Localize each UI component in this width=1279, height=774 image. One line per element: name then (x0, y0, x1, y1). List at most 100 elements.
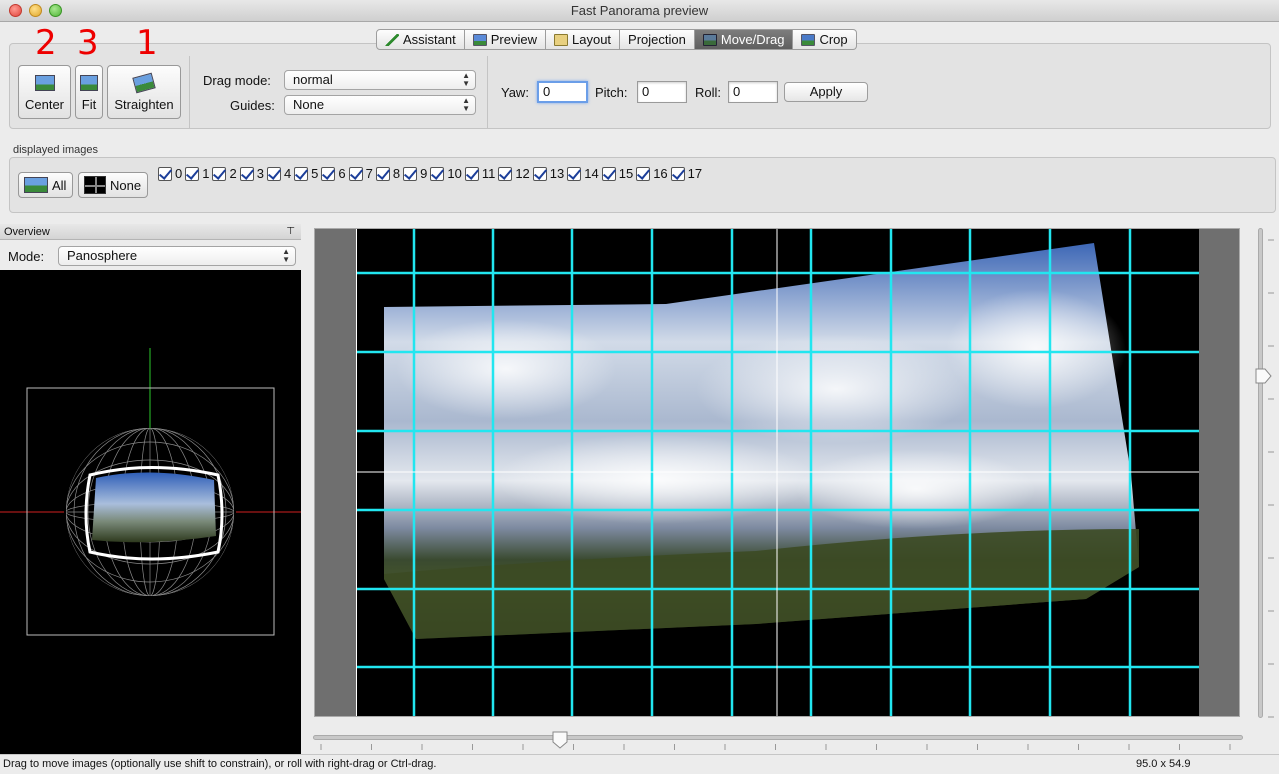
overview-title: Overview (4, 226, 50, 238)
image-checkbox[interactable]: 0 (158, 165, 182, 182)
checkbox-checked-icon[interactable] (321, 166, 336, 181)
drag-mode-label: Drag mode: (203, 73, 271, 88)
checkbox-checked-icon[interactable] (567, 166, 582, 181)
minimize-window-button[interactable] (29, 4, 42, 17)
panorama-preview-canvas[interactable] (356, 229, 1199, 716)
guides-select[interactable]: None ▲ ▼ (284, 95, 476, 115)
image-checkbox[interactable]: 9 (403, 165, 427, 182)
crop-icon (801, 33, 816, 46)
image-checkbox[interactable]: 16 (636, 165, 668, 182)
image-checkbox-label: 12 (515, 166, 530, 181)
image-checkbox-label: 1 (202, 166, 210, 181)
fit-icon (80, 75, 98, 91)
straighten-button[interactable]: Straighten (107, 65, 181, 119)
checkbox-checked-icon[interactable] (498, 166, 513, 181)
image-checkbox-list: 0 1 2 3 4 5 6 7 8 9 10 11 12 13 14 15 16 17 (158, 165, 705, 182)
fit-button[interactable]: Fit (75, 65, 103, 119)
tab-preview[interactable]: Preview (464, 29, 546, 50)
fov-vertical-slider-thumb[interactable] (1254, 367, 1272, 385)
checkbox-checked-icon[interactable] (532, 166, 547, 181)
close-window-button[interactable] (9, 4, 22, 17)
image-checkbox[interactable]: 3 (239, 165, 264, 182)
tab-label: Preview (490, 32, 537, 47)
image-checkbox[interactable]: 11 (464, 165, 496, 182)
checkbox-checked-icon[interactable] (294, 166, 309, 181)
checkbox-checked-icon[interactable] (239, 166, 254, 181)
apply-button[interactable]: Apply (784, 82, 868, 102)
pitch-input[interactable]: 0 (637, 81, 687, 103)
roll-input[interactable]: 0 (728, 81, 778, 103)
show-all-button[interactable]: All (18, 172, 73, 198)
checkbox-checked-icon[interactable] (464, 166, 479, 181)
show-all-label: All (52, 177, 67, 193)
tab-label: Crop (819, 32, 848, 47)
tab-assistant[interactable]: Assistant (376, 29, 465, 50)
no-images-icon (84, 176, 106, 194)
image-checkbox-label: 10 (447, 166, 462, 181)
tab-projection[interactable]: Projection (620, 29, 695, 50)
image-checkbox-label: 11 (481, 166, 496, 181)
status-message: Drag to move images (optionally use shif… (3, 758, 437, 770)
overview-mode-select[interactable]: Panosphere ▲ ▼ (58, 246, 296, 266)
pin-icon[interactable]: ⊤ (286, 224, 295, 240)
fov-horizontal-slider-track[interactable] (313, 735, 1243, 740)
image-checkbox[interactable]: 12 (498, 165, 530, 182)
yaw-input[interactable]: 0 (537, 81, 588, 103)
image-checkbox[interactable]: 13 (532, 165, 564, 182)
image-checkbox[interactable]: 14 (567, 165, 599, 182)
updown-arrows-icon: ▲ ▼ (462, 96, 470, 113)
tab-move-drag[interactable]: Move/Drag (694, 29, 794, 50)
guides-label: Guides: (230, 98, 275, 113)
checkbox-checked-icon[interactable] (601, 166, 616, 181)
image-checkbox[interactable]: 8 (375, 165, 400, 182)
toolbar-divider (487, 56, 488, 128)
pitch-label: Pitch: (595, 85, 628, 100)
checkbox-checked-icon[interactable] (266, 166, 281, 181)
title-bar: Fast Panorama preview (0, 0, 1279, 22)
overview-canvas[interactable] (0, 270, 301, 754)
guides-value: None (293, 97, 325, 112)
tab-label: Assistant (403, 32, 456, 47)
checkbox-checked-icon[interactable] (670, 166, 685, 181)
checkbox-checked-icon[interactable] (375, 166, 390, 181)
tab-bar: Assistant Preview Layout Projection Move… (376, 29, 857, 50)
straighten-button-label: Straighten (114, 97, 174, 112)
checkbox-checked-icon[interactable] (636, 166, 651, 181)
checkbox-checked-icon[interactable] (430, 166, 445, 181)
zoom-window-button[interactable] (49, 4, 62, 17)
image-checkbox-label: 15 (618, 166, 634, 181)
toolbar-divider (189, 56, 190, 128)
yaw-label: Yaw: (501, 85, 529, 100)
checkbox-checked-icon[interactable] (348, 166, 363, 181)
window-title: Fast Panorama preview (570, 3, 709, 18)
image-checkbox-label: 6 (338, 166, 346, 181)
checkbox-checked-icon[interactable] (212, 166, 227, 181)
image-checkbox[interactable]: 4 (266, 165, 292, 182)
image-checkbox-label: 16 (653, 166, 668, 181)
checkbox-checked-icon[interactable] (185, 166, 200, 181)
image-checkbox[interactable]: 6 (321, 165, 346, 182)
image-checkbox[interactable]: 10 (430, 165, 462, 182)
tab-layout[interactable]: Layout (546, 29, 621, 50)
image-checkbox[interactable]: 17 (670, 165, 702, 182)
tab-crop[interactable]: Crop (793, 29, 857, 50)
fov-vertical-slider-track[interactable] (1258, 228, 1263, 718)
image-checkbox[interactable]: 15 (601, 165, 634, 182)
image-checkbox[interactable]: 5 (294, 165, 318, 182)
checkbox-checked-icon[interactable] (158, 166, 172, 181)
image-checkbox[interactable]: 7 (348, 165, 373, 182)
landscape-icon (472, 33, 487, 46)
panorama-preview (356, 229, 1199, 716)
checkbox-checked-icon[interactable] (403, 166, 418, 181)
image-checkbox[interactable]: 2 (212, 165, 237, 182)
drag-mode-select[interactable]: normal ▲ ▼ (284, 70, 476, 90)
fov-horizontal-slider-thumb[interactable] (551, 730, 569, 750)
drag-mode-value: normal (293, 72, 333, 87)
image-checkbox-label: 4 (283, 166, 292, 181)
show-none-button[interactable]: None (78, 172, 148, 198)
overview-panorama-thumbnail (92, 472, 216, 543)
tab-label: Projection (628, 32, 686, 47)
center-button[interactable]: Center (18, 65, 71, 119)
displayed-images-label: displayed images (13, 144, 98, 156)
image-checkbox[interactable]: 1 (185, 165, 209, 182)
